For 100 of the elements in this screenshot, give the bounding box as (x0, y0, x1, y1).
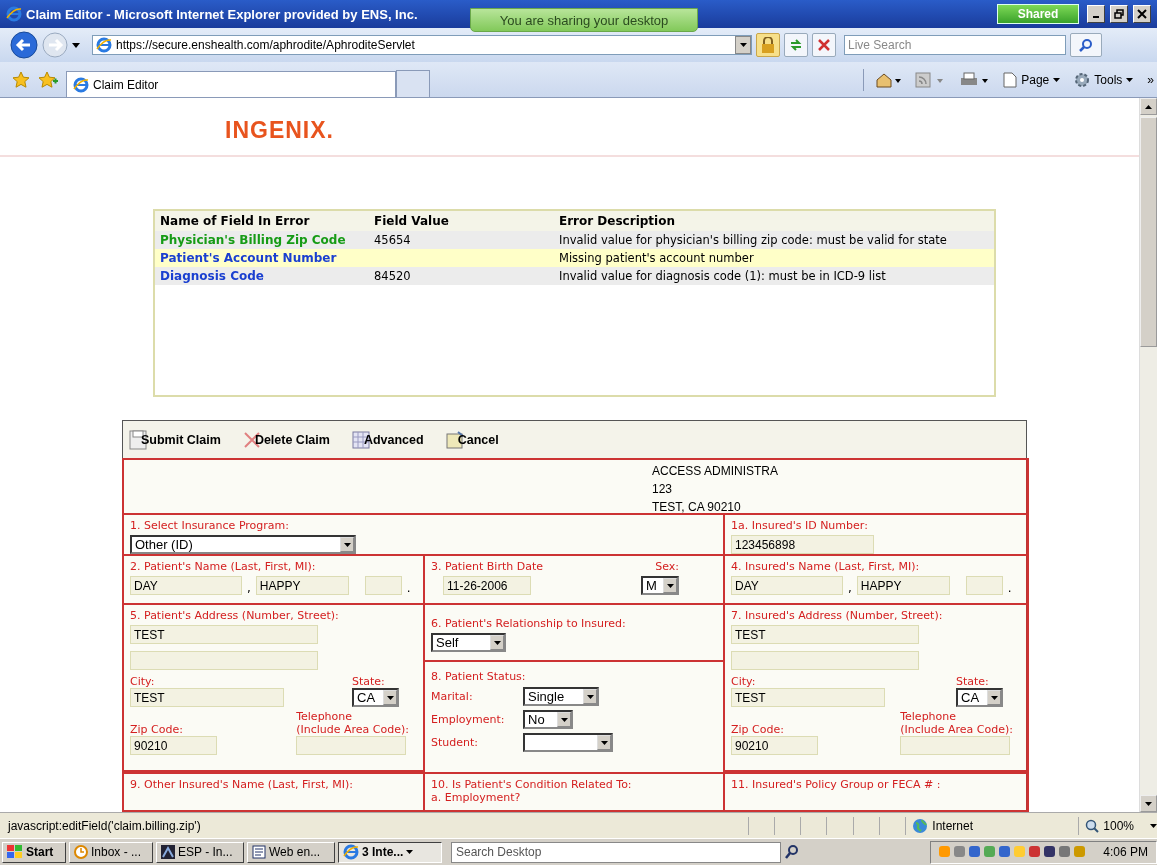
scroll-down-button[interactable] (1140, 795, 1157, 812)
input-field[interactable]: TEST (731, 688, 885, 707)
clock-icon (74, 845, 88, 859)
input-field[interactable] (965, 576, 1003, 595)
field-label: 5. Patient's Address (Number, Street): (130, 609, 340, 622)
browser-tab[interactable]: Claim Editor (66, 71, 396, 97)
field-label: 4. Insured's Name (Last, First, MI): (731, 560, 921, 573)
input-field[interactable]: 11-26-2006 (443, 576, 531, 595)
history-caret-icon[interactable] (72, 42, 80, 48)
error-field-link[interactable]: Diagnosis Code (160, 268, 364, 283)
caret-icon (406, 850, 414, 854)
desktop-search-field[interactable]: Search Desktop (451, 841, 781, 863)
input-field[interactable] (731, 651, 919, 670)
search-button[interactable] (1070, 33, 1102, 57)
input-field[interactable]: HAPPY (856, 576, 950, 595)
dropdown[interactable]: No (523, 710, 573, 729)
field-label: Student: (431, 736, 479, 749)
security-zone: Internet (905, 816, 1059, 835)
caret-icon (739, 43, 747, 47)
logo: INGENIX. (225, 116, 334, 144)
app-icon (161, 845, 175, 859)
add-favorite-icon[interactable] (38, 70, 58, 89)
field-label: Zip Code: (130, 723, 184, 736)
field-value: 84520 (374, 268, 411, 283)
input-field[interactable] (900, 736, 1011, 755)
dropdown[interactable]: Other (ID) (130, 535, 356, 554)
comma-separator: , (848, 581, 852, 595)
favorites-star-icon[interactable] (12, 70, 30, 89)
input-field[interactable]: 90210 (130, 736, 217, 755)
taskbar-button[interactable]: Inbox - ... (69, 841, 153, 863)
toolbar-button[interactable]: Advanced (351, 430, 424, 449)
field-label: 2. Patient's Name (Last, First, MI): (130, 560, 317, 573)
command-menu[interactable]: Page (1000, 71, 1064, 88)
caret-icon (600, 740, 608, 745)
toolbar-button[interactable]: Cancel (445, 430, 499, 449)
input-field[interactable]: TEST (731, 625, 919, 644)
dropdown[interactable]: CA (352, 688, 399, 707)
field-label: 10. Is Patient's Condition Related To: (431, 778, 633, 791)
windows-logo-icon (7, 845, 23, 859)
taskbar-button[interactable]: ESP - In... (156, 841, 244, 863)
zoom-control[interactable]: 100% (1078, 816, 1157, 835)
column-header: Name of Field In Error (155, 210, 369, 231)
field-label: Sex: (655, 560, 679, 573)
error-field-link[interactable]: Patient's Account Number (160, 250, 364, 265)
restore-icon (1114, 9, 1124, 19)
dropdown-button[interactable] (735, 36, 751, 54)
input-field[interactable]: TEST (130, 625, 318, 644)
caret-icon (386, 695, 394, 700)
dropdown[interactable]: Self (431, 633, 506, 652)
start-button[interactable]: Start (2, 841, 66, 863)
input-field[interactable]: HAPPY (255, 576, 349, 595)
search-field[interactable]: Live Search (844, 35, 1066, 55)
stop-button[interactable] (812, 33, 836, 57)
payer-address-line: 123 (651, 481, 674, 498)
caret-icon (1053, 77, 1061, 82)
field-label: Employment: (431, 713, 506, 726)
minimize-button[interactable] (1087, 5, 1105, 23)
address-field[interactable]: https://secure.enshealth.com/aphrodite/AphroditeServlet (92, 35, 752, 55)
toolbar-button[interactable]: Submit Claim (129, 429, 221, 450)
close-icon (1137, 9, 1147, 19)
field-label: City: (130, 675, 156, 688)
scroll-up-button[interactable] (1140, 98, 1157, 115)
input-field[interactable]: 90210 (731, 736, 818, 755)
toolbar-button[interactable]: Delete Claim (242, 429, 330, 450)
field-label: State: (352, 675, 386, 688)
document-icon (252, 845, 266, 859)
taskbar-button[interactable]: 3 Inte... (338, 841, 442, 863)
caret-icon (586, 694, 594, 699)
more-button[interactable]: » (1144, 72, 1157, 87)
page-icon (1003, 71, 1018, 88)
browser-icon (343, 844, 359, 860)
dropdown[interactable]: M (641, 576, 679, 595)
search-icon[interactable] (784, 844, 800, 860)
input-field[interactable]: DAY (731, 576, 843, 595)
input-field[interactable] (296, 736, 407, 755)
dropdown[interactable]: Single (523, 687, 599, 706)
caret-icon (343, 542, 351, 547)
field-label: 6. Patient's Relationship to Insured: (431, 617, 627, 630)
command-menu[interactable]: Tools (1071, 71, 1137, 88)
security-button[interactable] (756, 33, 780, 57)
taskbar-button[interactable]: Web en... (247, 841, 335, 863)
restore-button[interactable] (1110, 5, 1128, 23)
scroll-thumb[interactable] (1140, 117, 1157, 347)
input-field[interactable] (130, 651, 318, 670)
dropdown[interactable]: CA (956, 688, 1003, 707)
field-label: 3. Patient Birth Date (431, 560, 543, 573)
back-button[interactable] (10, 31, 38, 59)
refresh-button[interactable] (784, 33, 808, 57)
globe-icon (912, 817, 929, 834)
input-field[interactable] (364, 576, 402, 595)
input-field[interactable]: DAY (130, 576, 242, 595)
field-label: Telephone (Include Area Code): (900, 710, 1013, 736)
input-field[interactable]: TEST (130, 688, 284, 707)
column-header: Error Description (554, 210, 994, 231)
close-button[interactable] (1133, 5, 1151, 23)
dropdown[interactable] (523, 733, 613, 752)
sharing-banner: You are sharing your desktop (470, 8, 698, 32)
field-label: Marital: (431, 690, 474, 703)
caret-icon (990, 695, 998, 700)
input-field[interactable]: 123456898 (731, 535, 874, 554)
